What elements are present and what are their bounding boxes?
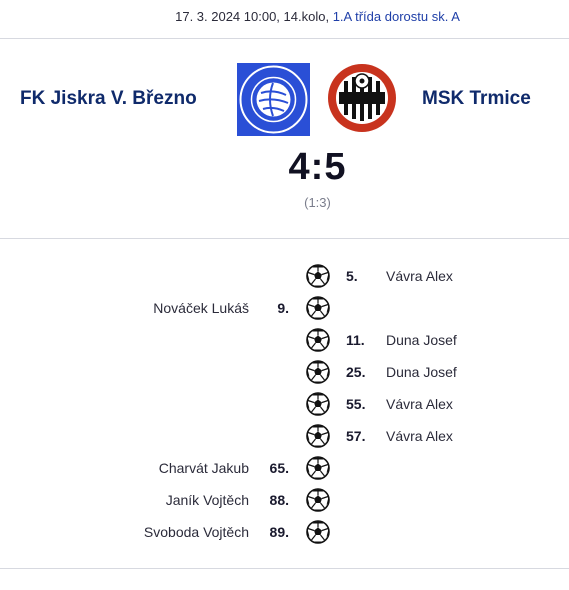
home-team-logo[interactable] <box>237 63 310 136</box>
halftime-score: (1:3) <box>304 195 331 210</box>
goal-scorer[interactable]: Vávra Alex <box>386 268 453 284</box>
goal-event-row: Nováček Lukáš 9. <box>0 294 569 322</box>
match-meta: 17. 3. 2024 10:00, 14.kolo, 1.A třída do… <box>0 9 569 24</box>
goal-minute: 57. <box>346 428 366 444</box>
home-team-name[interactable]: FK Jiskra V. Březno <box>20 88 197 110</box>
goal-scorer[interactable]: Svoboda Vojtěch <box>144 524 249 540</box>
football-icon <box>306 520 330 544</box>
goal-event-row: Duna Josef 25. <box>0 358 569 386</box>
top-divider <box>0 38 569 39</box>
goal-scorer[interactable]: Duna Josef <box>386 332 457 348</box>
goal-scorer[interactable]: Charvát Jakub <box>159 460 249 476</box>
goal-event-row: Vávra Alex 57. <box>0 422 569 450</box>
football-icon <box>306 488 330 512</box>
goal-minute: 11. <box>346 332 365 348</box>
goal-event-row: Charvát Jakub 65. <box>0 454 569 482</box>
goal-event-row: Svoboda Vojtěch 89. <box>0 518 569 546</box>
goal-minute: 5. <box>346 268 358 284</box>
match-date-round: 17. 3. 2024 10:00, 14.kolo, <box>175 9 330 24</box>
goal-minute: 89. <box>269 524 289 540</box>
away-team-name[interactable]: MSK Trmice <box>422 88 531 110</box>
goal-scorer[interactable]: Vávra Alex <box>386 428 453 444</box>
away-team-logo[interactable] <box>327 63 397 133</box>
goal-scorer[interactable]: Duna Josef <box>386 364 457 380</box>
goal-minute: 55. <box>346 396 366 412</box>
football-icon <box>306 392 330 416</box>
football-icon <box>306 264 330 288</box>
goal-minute: 25. <box>346 364 366 380</box>
goal-event-row: Vávra Alex 55. <box>0 390 569 418</box>
goal-scorer[interactable]: Janík Vojtěch <box>166 492 249 508</box>
bottom-divider <box>0 568 569 569</box>
goal-event-row: Vávra Alex 5. <box>0 262 569 290</box>
goal-minute: 65. <box>269 460 289 476</box>
football-icon <box>306 360 330 384</box>
goal-scorer[interactable]: Vávra Alex <box>386 396 453 412</box>
football-icon <box>306 296 330 320</box>
football-icon <box>306 424 330 448</box>
goal-scorer[interactable]: Nováček Lukáš <box>153 300 249 316</box>
final-score: 4:5 <box>288 146 347 188</box>
goal-minute: 9. <box>277 300 289 316</box>
football-icon <box>306 456 330 480</box>
football-icon <box>306 328 330 352</box>
middle-divider <box>0 238 569 239</box>
goal-event-row: Janík Vojtěch 88. <box>0 486 569 514</box>
goal-minute: 88. <box>269 492 289 508</box>
goal-event-row: Duna Josef 11. <box>0 326 569 354</box>
league-link[interactable]: 1.A třída dorostu sk. A <box>333 9 460 24</box>
